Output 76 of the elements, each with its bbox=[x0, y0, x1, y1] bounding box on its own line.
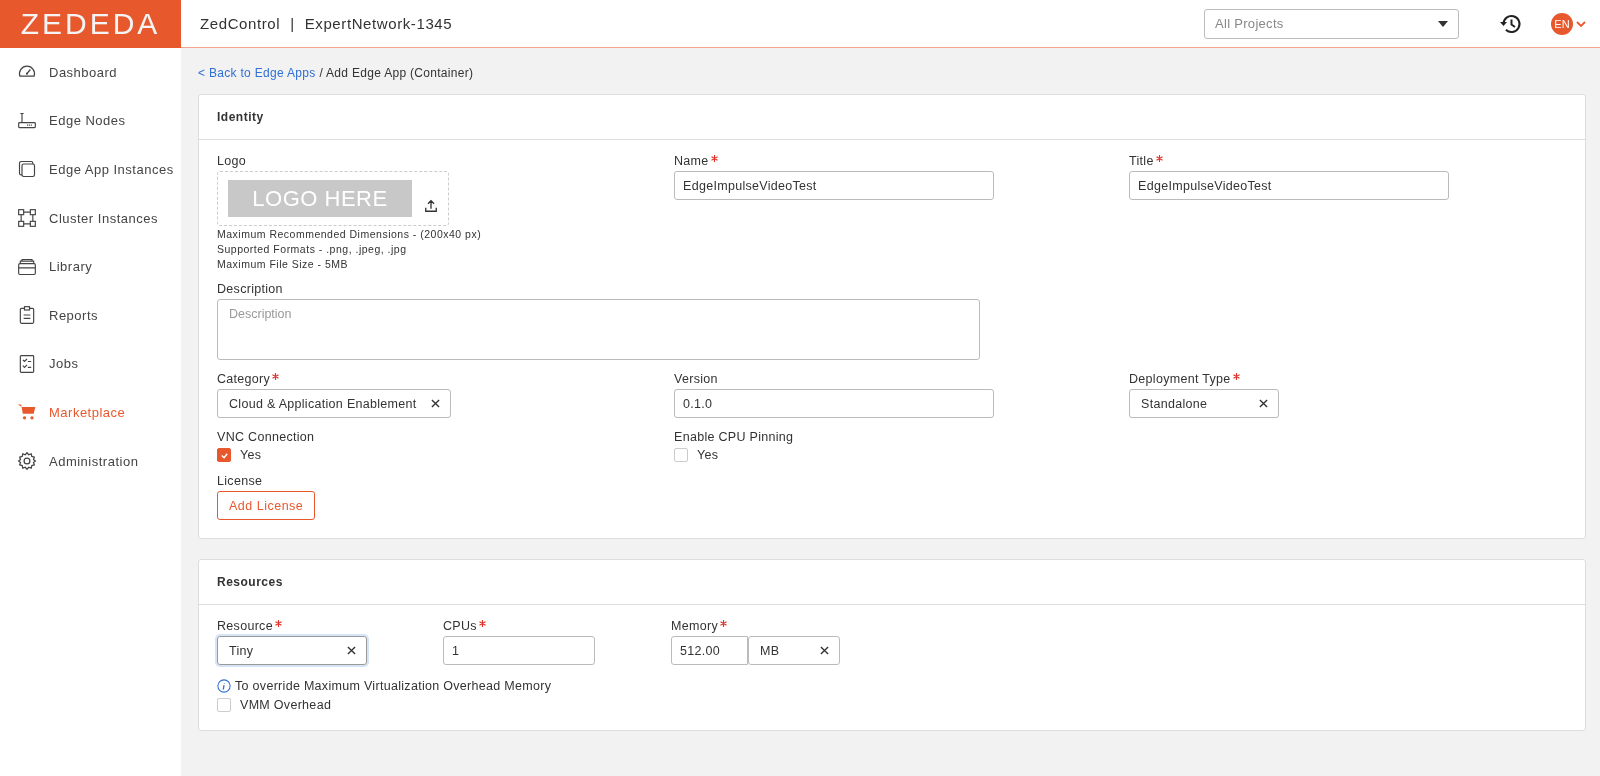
page-title: / Add Edge App (Container) bbox=[319, 66, 474, 80]
required-icon bbox=[1232, 373, 1240, 380]
select-field[interactable]: Cloud & Application Enablement bbox=[217, 389, 451, 418]
checkbox[interactable] bbox=[217, 448, 231, 462]
app-name: ZedControl bbox=[200, 15, 281, 32]
sidebar-item[interactable]: Jobs bbox=[0, 339, 181, 389]
checkbox[interactable] bbox=[217, 698, 231, 712]
cluster-icon bbox=[17, 208, 37, 229]
language-badge[interactable]: EN bbox=[1551, 12, 1573, 35]
field-label: Resource bbox=[217, 619, 273, 633]
field-label: Enable CPU Pinning bbox=[674, 430, 794, 444]
field-label: License bbox=[217, 474, 263, 488]
tray-icon bbox=[17, 256, 37, 277]
select-field[interactable]: MB bbox=[748, 636, 840, 665]
hint-text: Maximum File Size - 5MB bbox=[217, 258, 350, 270]
back-link[interactable]: < Back to Edge Apps bbox=[198, 66, 316, 80]
router-icon bbox=[17, 110, 37, 131]
sidebar-item[interactable]: Reports bbox=[0, 290, 181, 340]
sidebar-item[interactable]: Library bbox=[0, 242, 181, 291]
info-text: To override Maximum Virtualization Overhead Memory bbox=[235, 679, 552, 693]
separator: | bbox=[290, 15, 295, 32]
sidebar-item[interactable]: Edge Nodes bbox=[0, 96, 181, 146]
checkbox[interactable] bbox=[674, 448, 688, 462]
input-field[interactable]: EdgeImpulseVideoTest bbox=[674, 171, 994, 200]
gear-icon bbox=[17, 451, 37, 472]
field-label: VNC Connection bbox=[217, 430, 315, 444]
clear-icon bbox=[820, 646, 829, 655]
sidebar-item[interactable]: Administration bbox=[0, 436, 181, 486]
sidebar-item[interactable]: Marketplace bbox=[0, 388, 181, 437]
caret-icon bbox=[1438, 20, 1448, 27]
input-field[interactable]: 1 bbox=[443, 636, 595, 665]
checklist-icon bbox=[17, 353, 37, 374]
info-icon bbox=[217, 679, 231, 693]
field-label: Deployment Type bbox=[1129, 372, 1231, 386]
field-label: Version bbox=[674, 372, 718, 386]
clear-icon bbox=[1259, 399, 1268, 408]
project-select[interactable]: All Projects bbox=[1204, 8, 1459, 39]
field-label: Description bbox=[217, 282, 283, 296]
description-field[interactable]: Description bbox=[217, 299, 980, 360]
check-icon bbox=[219, 450, 229, 460]
field-label: Title bbox=[1129, 154, 1154, 168]
add-license-button[interactable]: Add License bbox=[217, 491, 316, 520]
required-icon bbox=[274, 620, 282, 627]
stacked-squares-icon bbox=[17, 159, 37, 180]
required-icon bbox=[272, 373, 280, 380]
field-label: CPUs bbox=[443, 619, 477, 633]
input-field[interactable]: 0.1.0 bbox=[674, 389, 994, 418]
network-name: ExpertNetwork-1345 bbox=[304, 15, 453, 32]
option-label: VMM Overhead bbox=[240, 698, 332, 712]
upload-icon bbox=[424, 198, 438, 213]
field-label: Logo bbox=[217, 154, 246, 168]
option-label: Yes bbox=[240, 448, 262, 462]
hint-text: Supported Formats - .png, .jpeg, .jpg bbox=[217, 243, 408, 255]
select-field[interactable]: Standalone bbox=[1129, 389, 1279, 418]
input-field[interactable]: EdgeImpulseVideoTest bbox=[1129, 171, 1449, 200]
input-field[interactable]: 512.00 bbox=[671, 636, 748, 665]
sidebar-item[interactable]: Dashboard bbox=[0, 48, 181, 97]
required-icon bbox=[1155, 155, 1163, 162]
hint-text: Maximum Recommended Dimensions - (200x40 px) bbox=[217, 228, 482, 240]
logo: ZEDEDA bbox=[20, 7, 161, 41]
sidebar-item[interactable]: Edge App Instances bbox=[0, 145, 181, 194]
required-icon bbox=[478, 620, 486, 627]
field-label: Name bbox=[674, 154, 709, 168]
clear-icon bbox=[430, 399, 440, 408]
clear-icon bbox=[347, 646, 356, 655]
section-title: Identity bbox=[217, 110, 264, 124]
section-title: Resources bbox=[217, 575, 283, 589]
clipboard-icon bbox=[17, 305, 37, 326]
chevron-icon bbox=[1576, 20, 1586, 27]
field-label: Category bbox=[217, 372, 271, 386]
field-label: Memory bbox=[671, 619, 718, 633]
required-icon bbox=[710, 155, 718, 162]
required-icon bbox=[719, 620, 727, 627]
select-field[interactable]: Tiny bbox=[217, 636, 367, 665]
option-label: Yes bbox=[697, 448, 719, 462]
sidebar-item[interactable]: Cluster Instances bbox=[0, 193, 181, 243]
